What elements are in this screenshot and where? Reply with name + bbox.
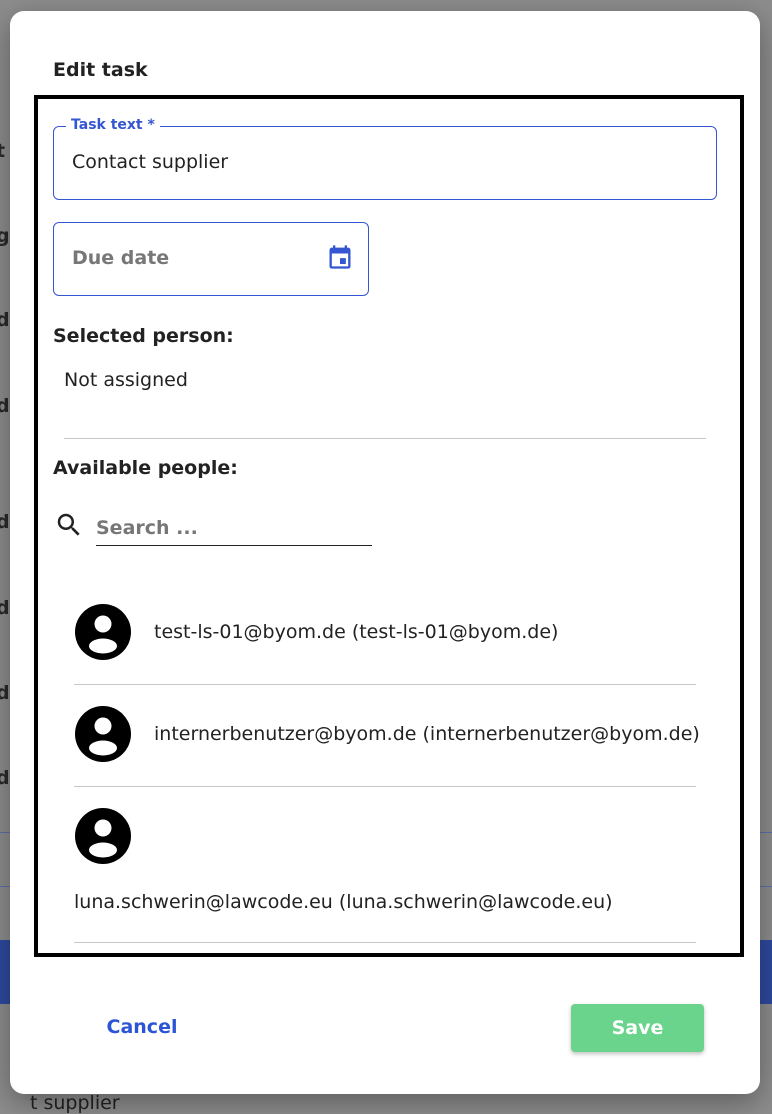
cancel-button[interactable]: Cancel (94, 1007, 190, 1047)
due-date-field[interactable]: Due date (53, 222, 369, 296)
person-list-item[interactable]: internerbenutzer@byom.de (internerbenutz… (74, 705, 700, 787)
bg-fragment: g (0, 225, 10, 247)
edit-task-dialog: Edit task Task text * Contact supplier D… (10, 11, 760, 1094)
account-circle-icon (75, 808, 131, 864)
calendar-icon[interactable] (326, 243, 354, 271)
bg-fragment: d (0, 511, 10, 533)
task-text-label: Task text * (66, 117, 160, 133)
dialog-content: Task text * Contact supplier Due date Se… (34, 95, 744, 957)
person-list-item[interactable]: test-ls-01@byom.de (test-ls-01@byom.de) (74, 603, 696, 685)
dialog-title: Edit task (53, 59, 148, 81)
bg-bottom-text: t supplier (30, 1092, 120, 1114)
save-button[interactable]: Save (571, 1004, 704, 1052)
person-list-item[interactable]: luna.schwerin@lawcode.eu (luna.schwerin@… (74, 807, 696, 945)
bg-fragment: d (0, 597, 10, 619)
person-name: internerbenutzer@byom.de (internerbenutz… (154, 723, 700, 745)
account-circle-icon (75, 604, 131, 660)
task-text-field[interactable]: Task text * Contact supplier (53, 117, 717, 200)
bg-fragment: d (0, 682, 10, 704)
bg-fragment: d (0, 309, 10, 331)
search-icon (57, 513, 80, 536)
divider (64, 438, 706, 439)
account-circle-icon (75, 706, 131, 762)
available-people-label: Available people: (53, 457, 238, 479)
selected-person-value: Not assigned (64, 369, 188, 391)
bg-fragment: d (0, 767, 10, 789)
divider (74, 786, 696, 787)
person-name: luna.schwerin@lawcode.eu (luna.schwerin@… (74, 891, 613, 913)
divider (74, 942, 696, 943)
bg-fragment: t (0, 140, 6, 162)
task-text-value: Contact supplier (72, 151, 229, 173)
divider (74, 684, 696, 685)
bg-fragment: d (0, 395, 10, 417)
selected-person-label: Selected person: (53, 325, 234, 347)
search-people-input[interactable] (96, 511, 372, 546)
person-name: test-ls-01@byom.de (test-ls-01@byom.de) (154, 621, 559, 643)
due-date-placeholder: Due date (72, 247, 170, 269)
